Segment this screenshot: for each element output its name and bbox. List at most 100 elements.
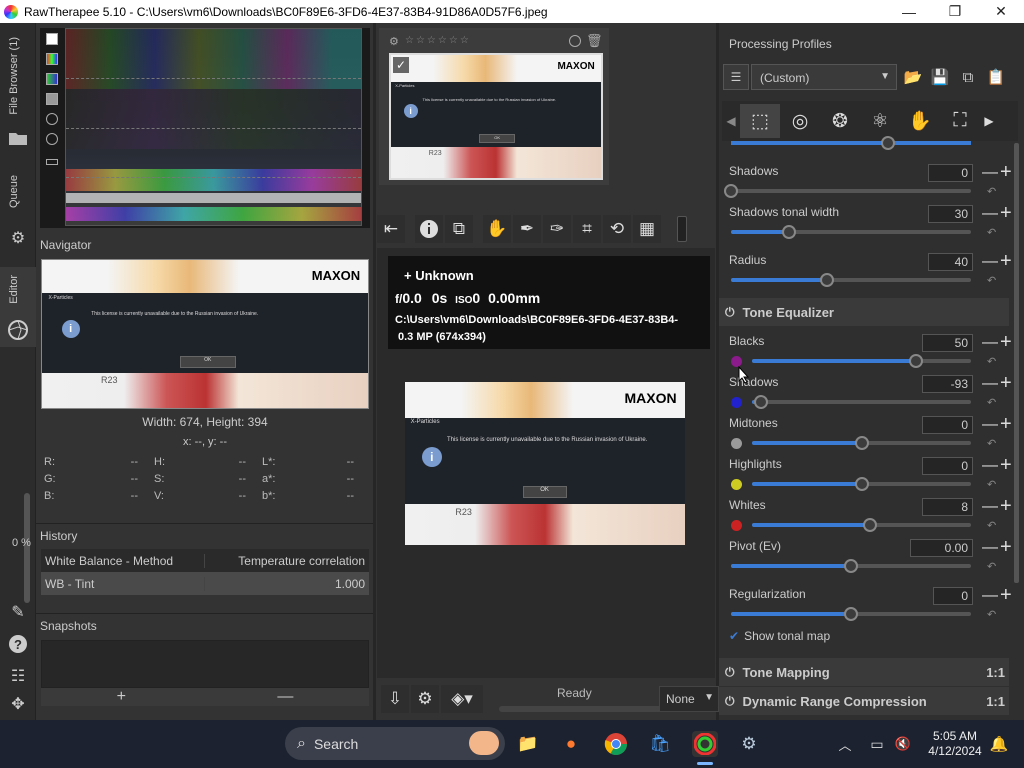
reset-icon[interactable]: ↶ — [987, 355, 996, 368]
network-icon[interactable]: ▭ — [864, 731, 890, 757]
reset-icon[interactable]: ↶ — [987, 274, 996, 287]
histogram-bar-icon[interactable] — [46, 159, 58, 165]
tone-mapping-header[interactable]: ⏻ Tone Mapping 1:1 — [719, 658, 1009, 686]
firefox-icon[interactable]: ● — [558, 731, 584, 757]
transform-tab-icon[interactable]: ⛶ — [940, 104, 980, 138]
slider-value-input[interactable]: 0 — [933, 587, 973, 605]
volume-muted-icon[interactable]: 🔇 — [890, 731, 916, 757]
tone-equalizer-header[interactable]: ⏻ Tone Equalizer — [719, 298, 1009, 326]
editor-aperture-icon[interactable] — [7, 319, 29, 341]
slider-track[interactable] — [752, 395, 971, 409]
minimize-button[interactable]: — — [886, 0, 932, 23]
history-row-selected[interactable]: WB - Tint 1.000 — [41, 572, 369, 595]
slider-track[interactable] — [752, 436, 971, 450]
reset-icon[interactable]: ↶ — [987, 396, 996, 409]
decrement-button[interactable]: — — [982, 206, 998, 222]
local-tab-icon[interactable]: ✋ — [900, 104, 940, 138]
profile-list-icon[interactable]: ☰ — [723, 64, 749, 90]
clock[interactable]: 5:05 AM 4/12/2024 — [920, 729, 990, 759]
slider-track[interactable] — [724, 184, 971, 198]
save-image-icon[interactable]: ⇩ — [381, 685, 409, 713]
increment-button[interactable]: + — [1000, 585, 1012, 605]
save-profile-icon[interactable]: 💾 — [926, 64, 954, 90]
slider-track[interactable] — [752, 354, 971, 368]
reset-icon[interactable]: ↶ — [987, 478, 996, 491]
white-balance-picker-icon[interactable]: ✒ — [513, 215, 541, 243]
decrement-button[interactable]: — — [982, 499, 998, 515]
previous-slider-knob[interactable] — [881, 136, 895, 150]
rawtherapee-taskbar-icon[interactable] — [692, 731, 718, 757]
trash-icon[interactable]: 🗑 — [586, 33, 603, 49]
info-toggle-icon[interactable] — [415, 215, 443, 243]
tabs-left-arrow-icon[interactable]: ◀ — [722, 114, 740, 128]
slider-knob[interactable] — [854, 477, 869, 491]
snapshots-list[interactable] — [41, 640, 369, 688]
color-tab-icon[interactable]: ❂ — [820, 104, 860, 138]
increment-button[interactable]: + — [1000, 373, 1012, 393]
profile-select[interactable]: None ▼ — [659, 686, 719, 712]
crop-icon[interactable]: ⌗ — [573, 215, 601, 243]
close-button[interactable]: ✕ — [978, 0, 1024, 23]
straighten-icon[interactable]: ⟲ — [603, 215, 631, 243]
histogram-mode-icon[interactable] — [46, 113, 58, 125]
folder-icon[interactable] — [7, 127, 29, 149]
exposure-tab-icon[interactable]: ⬚ — [740, 104, 780, 138]
thumbnail-gear-icon[interactable]: ⚙ — [389, 35, 399, 48]
power-icon[interactable]: ⏻ — [725, 305, 735, 320]
slider-value-input[interactable]: 40 — [928, 253, 973, 271]
open-profile-icon[interactable]: 📂 — [900, 64, 926, 90]
increment-button[interactable]: + — [1000, 414, 1012, 434]
store-icon[interactable]: 🛍 — [647, 731, 673, 757]
slider-track[interactable] — [731, 559, 971, 573]
increment-button[interactable]: + — [1000, 537, 1012, 557]
sliders-icon[interactable]: ☷ — [7, 665, 29, 687]
right-panel-scrollbar[interactable] — [1014, 143, 1019, 583]
increment-button[interactable]: + — [1000, 496, 1012, 516]
histogram-scope-icon[interactable] — [46, 133, 58, 145]
reset-icon[interactable]: ↶ — [987, 226, 996, 239]
slider-value-input[interactable]: 0 — [928, 164, 973, 182]
slider-knob[interactable] — [854, 436, 869, 450]
color-picker-icon[interactable]: ✑ — [543, 215, 571, 243]
decrement-button[interactable]: — — [982, 254, 998, 270]
decrement-button[interactable]: — — [982, 376, 998, 392]
show-tonal-map-checkbox[interactable]: ✔ Show tonal map — [729, 629, 830, 643]
maximize-button[interactable]: ❐ — [932, 0, 978, 23]
decrement-button[interactable]: — — [982, 540, 998, 556]
file-browser-tab[interactable]: File Browser (1) — [8, 37, 20, 115]
slider-value-input[interactable]: 50 — [922, 334, 973, 352]
thumbnail-check-icon[interactable]: ✓ — [393, 57, 409, 73]
reset-icon[interactable]: ↶ — [987, 560, 996, 573]
main-preview-image[interactable]: MAXON X-Particles This license is curren… — [405, 382, 685, 545]
reset-icon[interactable]: ↶ — [987, 437, 996, 450]
notifications-bell-icon[interactable]: 🔔 — [986, 731, 1012, 757]
perspective-icon[interactable]: ▦ — [633, 215, 661, 243]
slider-knob[interactable] — [753, 395, 768, 409]
paste-profile-icon[interactable]: 📋 — [982, 64, 1010, 90]
details-tab-icon[interactable]: ◎ — [780, 104, 820, 138]
file-explorer-icon[interactable]: 📁 — [515, 731, 541, 757]
increment-button[interactable]: + — [1000, 203, 1012, 223]
thumbnail[interactable]: MAXON X-Particles This license is curren… — [389, 53, 603, 180]
tabs-right-arrow-icon[interactable]: ▶ — [980, 114, 998, 128]
slider-track[interactable] — [752, 518, 971, 532]
reset-icon[interactable]: ↶ — [987, 185, 996, 198]
slider-knob[interactable] — [844, 559, 858, 573]
decrement-button[interactable]: — — [982, 417, 998, 433]
histogram-luminance-icon[interactable] — [46, 33, 58, 45]
decrement-button[interactable]: — — [982, 165, 998, 181]
slider-track[interactable] — [731, 273, 971, 287]
increment-button[interactable]: + — [1000, 332, 1012, 352]
before-after-icon[interactable]: ⧉ — [445, 215, 473, 243]
drc-header[interactable]: ⏻ Dynamic Range Compression 1:1 — [719, 687, 1009, 715]
profile-dropdown[interactable]: (Custom) ▼ — [751, 64, 897, 90]
queue-tab[interactable]: Queue — [8, 175, 20, 208]
remove-snapshot-button[interactable]: — — [277, 688, 293, 706]
slider-knob[interactable] — [844, 607, 858, 621]
slider-track[interactable] — [752, 477, 971, 491]
panel-toggle-icon[interactable] — [677, 216, 687, 242]
add-snapshot-button[interactable]: + — [117, 688, 126, 706]
power-icon[interactable]: ⏻ — [725, 665, 735, 680]
histogram-chroma-icon[interactable] — [46, 73, 58, 85]
histogram-raw-icon[interactable] — [46, 93, 58, 105]
